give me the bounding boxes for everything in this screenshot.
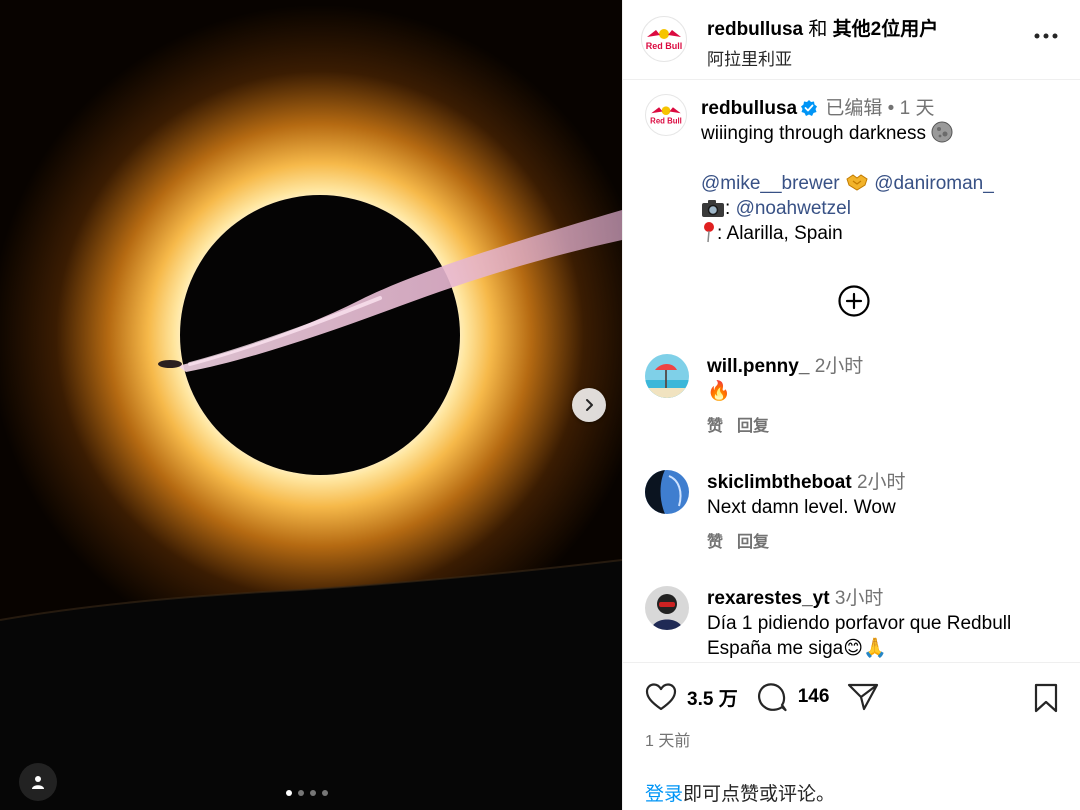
owner-avatar[interactable]: Red Bull [641,16,687,62]
post-side-panel: Red Bull redbullusa 和 其他2位用户 阿拉里利亚 Red B… [622,0,1080,810]
caption-location: Alarilla, Spain [726,223,843,244]
carousel-indicator [286,790,328,796]
login-link[interactable]: 登录 [645,784,683,805]
eclipse-photo [0,0,622,810]
caption-mentions-line: @mike__brewer @daniroman_ [701,171,1071,196]
mention-link[interactable]: @daniroman_ [874,173,994,194]
caption-photo-credit-line: : @noahwetzel [701,196,1071,221]
carousel-dot [310,790,316,796]
comment-time: 2小时 [814,356,864,377]
verified-badge-icon [801,100,818,116]
location-prefix: : [717,223,723,244]
mention-link[interactable]: @noahwetzel [736,198,851,219]
heart-icon [645,683,677,711]
commenter-avatar[interactable] [645,354,689,398]
save-button[interactable] [1033,683,1059,718]
owner-username[interactable]: redbullusa [707,19,803,40]
comment-icon [757,683,787,712]
commenter-avatar[interactable] [645,586,689,630]
send-icon [848,683,879,711]
post-media [0,0,622,810]
comment-time: 2小时 [856,472,906,493]
edited-label: 已编辑 [825,98,883,119]
comment-time: 3小时 [834,588,884,609]
likes-count[interactable]: 3.5 万 [687,684,738,711]
login-prompt: 登录即可点赞或评论。 [645,779,835,806]
comment-reply-button[interactable]: 回复 [737,530,769,555]
post-location[interactable]: 阿拉里利亚 [707,45,938,70]
owner-joiner: 和 [808,19,828,40]
mention-link[interactable]: @mike__brewer [701,173,840,194]
post-timestamp[interactable]: 1 天前 [645,727,690,751]
user-tag-icon [32,776,44,789]
meta-separator: • [887,98,895,119]
comment-like-button[interactable]: 赞 [707,530,723,555]
comment-like-button[interactable]: 赞 [707,414,723,439]
more-options-icon [1034,33,1058,39]
caption-text: wiiinging through darkness [701,123,926,144]
beach-avatar-image [645,354,689,398]
comments-count: 146 [797,686,830,707]
post-actions: 3.5 万 146 1 天前 登录即可点赞或评论。 [623,662,1080,810]
comment-username[interactable]: skiclimbtheboat [707,472,852,493]
next-slide-button[interactable] [572,388,606,422]
pushpin-emoji-icon [704,222,714,243]
comment-text: Next damn level. Wow [707,497,896,518]
tagged-users-button[interactable] [19,763,57,801]
more-options-button[interactable] [1031,26,1061,46]
silhouette-avatar-image [645,470,689,514]
comment-username[interactable]: will.penny_ [707,356,809,377]
plus-circle-icon [838,285,870,317]
comment-text: 🔥 [707,381,731,402]
carousel-dot [298,790,304,796]
camera-prefix: : [725,198,731,219]
commenter-avatar[interactable] [645,470,689,514]
driver-avatar-image [645,586,689,630]
carousel-dot [322,790,328,796]
red-bull-logo: Red Bull [646,29,683,51]
collaborators-link[interactable]: 其他2位用户 [833,19,939,40]
caption-line-1: wiiinging through darkness [701,121,1071,146]
carousel-dot [286,790,292,796]
post-header: Red Bull redbullusa 和 其他2位用户 阿拉里利亚 [623,0,1080,80]
comment-username[interactable]: rexarestes_yt [707,588,830,609]
comment-text: Día 1 pidiendo porfavor que Redbull Espa… [707,613,1012,659]
chevron-right-icon [586,399,593,411]
caption-location-line: : Alarilla, Spain [701,221,1071,246]
share-button[interactable] [847,682,879,712]
caption-avatar[interactable]: Red Bull [645,94,687,136]
caption-header: redbullusa 已编辑 • 1 天 [701,96,1071,121]
camera-emoji-icon [702,200,724,217]
caption-age: 1 天 [899,98,935,119]
handshake-emoji-icon [846,174,868,191]
comment-button[interactable] [756,681,788,713]
svg-text:Red Bull: Red Bull [646,41,683,51]
comment-reply-button[interactable]: 回复 [737,414,769,439]
caption-username[interactable]: redbullusa [701,98,797,119]
bookmark-icon [1034,683,1058,713]
moon-emoji-icon [931,121,953,143]
login-suffix: 即可点赞或评论。 [683,784,836,805]
red-bull-logo: Red Bull [650,106,682,126]
comments-scroll-area[interactable]: Red Bull redbullusa 已编辑 • 1 天 wiiinging … [623,80,1080,662]
like-button[interactable] [645,682,677,712]
svg-text:Red Bull: Red Bull [650,117,682,126]
load-more-comments-button[interactable] [837,284,871,318]
post-owner-line: redbullusa 和 其他2位用户 [707,14,938,41]
